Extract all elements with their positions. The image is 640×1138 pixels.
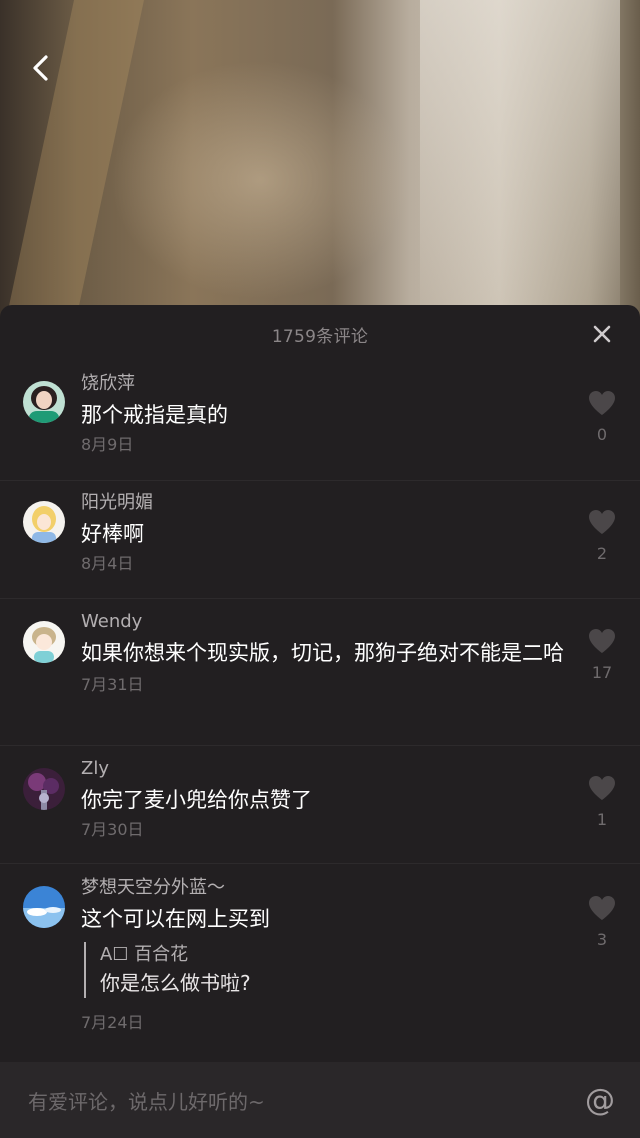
comment-text: 你完了麦小兜给你点赞了	[81, 788, 312, 812]
video-blur-light	[420, 0, 620, 310]
comment-username[interactable]: Zly	[81, 757, 570, 781]
at-icon[interactable]: @	[580, 1080, 620, 1120]
avatar[interactable]	[23, 886, 65, 928]
avatar-image	[23, 381, 65, 423]
comment-input-bar: 有爱评论，说点儿好听的~ @	[0, 1062, 640, 1138]
comment-list[interactable]: 饶欣萍 那个戒指是真的 8月9日 0 阳光明媚 好棒啊 8月4日 2 Wendy…	[0, 363, 640, 1064]
comment-item: Wendy 如果你想来个现实版，切记，那狗子绝对不能是二哈 7月31日 17	[0, 599, 640, 746]
comment-text: 好棒啊	[81, 522, 144, 546]
like-button[interactable]: 0	[586, 389, 618, 444]
like-count: 1	[596, 810, 608, 829]
comment-username[interactable]: 阳光明媚	[81, 491, 570, 515]
heart-icon	[589, 391, 615, 415]
comment-username[interactable]: 饶欣萍	[81, 372, 570, 396]
comment-text: 这个可以在网上买到	[81, 907, 270, 931]
comment-date: 7月31日	[81, 675, 144, 694]
comment-item: 阳光明媚 好棒啊 8月4日 2	[0, 481, 640, 599]
comment-input[interactable]: 有爱评论，说点儿好听的~	[28, 1086, 580, 1115]
like-button[interactable]: 1	[586, 774, 618, 829]
avatar-image	[23, 886, 65, 928]
avatar-image	[23, 768, 65, 810]
comment-date: 7月24日	[81, 1013, 144, 1032]
avatar-image	[23, 621, 65, 663]
comment-date: 8月9日	[81, 435, 134, 454]
comment-item: 饶欣萍 那个戒指是真的 8月9日 0	[0, 363, 640, 481]
comment-item: 梦想天空分外蓝～ 这个可以在网上买到 A☐ 百合花 你是怎么做书啦? 7月24日…	[0, 864, 640, 1064]
like-button[interactable]: 2	[586, 508, 618, 563]
like-count: 17	[591, 663, 613, 682]
quoted-reply: A☐ 百合花 你是怎么做书啦?	[84, 942, 570, 998]
like-button[interactable]: 3	[586, 894, 618, 949]
comment-text: 那个戒指是真的	[81, 403, 228, 427]
comment-item: Zly 你完了麦小兜给你点赞了 7月30日 1	[0, 746, 640, 864]
comment-date: 7月30日	[81, 820, 144, 839]
comment-sheet-header: 1759条评论	[0, 305, 640, 363]
avatar[interactable]	[23, 768, 65, 810]
comment-count-title: 1759条评论	[271, 326, 369, 347]
reply-username[interactable]: A☐ 百合花	[100, 942, 570, 968]
like-count: 3	[596, 930, 608, 949]
heart-icon	[589, 510, 615, 534]
chevron-left-icon	[33, 55, 48, 81]
like-button[interactable]: 17	[586, 627, 618, 682]
avatar-image	[23, 501, 65, 543]
close-icon[interactable]	[590, 322, 614, 346]
back-button[interactable]	[22, 48, 58, 88]
comment-sheet: 1759条评论 饶欣萍 那个戒指是真的 8月9日 0 阳光明媚 好棒啊 8月4日…	[0, 305, 640, 1138]
comment-date: 8月4日	[81, 554, 134, 573]
avatar[interactable]	[23, 621, 65, 663]
heart-icon	[589, 629, 615, 653]
heart-icon	[589, 896, 615, 920]
video-background[interactable]	[0, 0, 640, 330]
like-count: 2	[596, 544, 608, 563]
like-count: 0	[596, 425, 608, 444]
avatar[interactable]	[23, 501, 65, 543]
reply-text: 你是怎么做书啦?	[100, 971, 251, 995]
heart-icon	[589, 776, 615, 800]
video-blur-highlight	[110, 60, 410, 300]
avatar[interactable]	[23, 381, 65, 423]
comment-text: 如果你想来个现实版，切记，那狗子绝对不能是二哈	[81, 641, 564, 665]
comment-username[interactable]: 梦想天空分外蓝～	[81, 876, 570, 900]
comment-username[interactable]: Wendy	[81, 610, 570, 634]
